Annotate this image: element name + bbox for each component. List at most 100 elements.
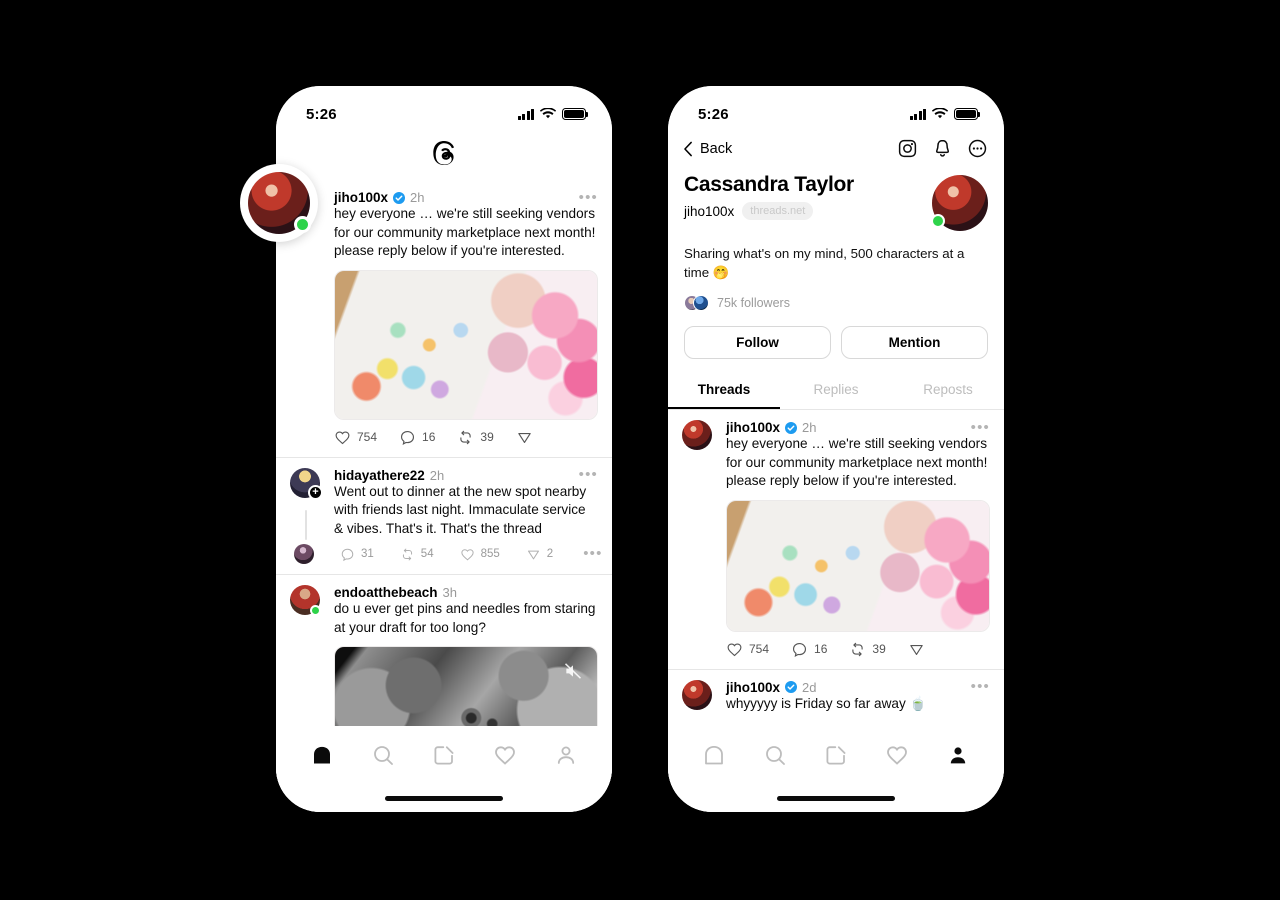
instagram-icon[interactable] <box>897 138 918 159</box>
tab-bar-left[interactable] <box>276 726 612 784</box>
post-time: 3h <box>442 585 457 600</box>
chevron-left-icon <box>684 141 692 156</box>
like-action[interactable]: 754 <box>726 641 769 658</box>
speaker-muted-icon[interactable] <box>563 661 583 681</box>
compose-icon[interactable] <box>432 743 456 767</box>
follow-button[interactable]: Follow <box>684 326 831 359</box>
feed-post[interactable]: jiho100x 2d ••• whyyyyy is Friday so far… <box>668 670 1004 714</box>
comment-action[interactable]: 31 <box>340 547 374 562</box>
post-username[interactable]: endoatthebeach <box>334 585 438 600</box>
phone-left: 5:26 jiho100x 2h ••• hey everyone … we'r… <box>240 86 612 812</box>
repost-icon <box>852 642 864 656</box>
more-dots-icon[interactable]: ••• <box>579 467 598 482</box>
followers-row[interactable]: 75k followers <box>684 295 988 311</box>
post-username[interactable]: jiho100x <box>334 190 388 205</box>
share-action[interactable] <box>908 641 931 658</box>
battery-full-icon <box>562 108 589 120</box>
cassandra-avatar-overlay[interactable] <box>240 164 318 242</box>
post-media-image[interactable] <box>726 499 990 632</box>
followers-count: 75k followers <box>717 296 790 310</box>
status-bar-left: 5:26 <box>276 86 612 132</box>
follow-plus-icon[interactable] <box>308 484 323 500</box>
bell-icon[interactable] <box>932 138 953 159</box>
status-icons <box>909 108 981 120</box>
right-feed[interactable]: jiho100x 2h ••• hey everyone … we're sti… <box>668 410 1004 726</box>
post-username[interactable]: jiho100x <box>726 420 780 435</box>
post-username[interactable]: jiho100x <box>726 680 780 695</box>
wifi-icon <box>540 108 556 119</box>
status-time: 5:26 <box>698 105 729 123</box>
avatar[interactable] <box>248 172 311 234</box>
share-action[interactable]: 2 <box>526 547 553 562</box>
comment-icon <box>793 642 807 657</box>
comment-icon <box>401 430 415 445</box>
home-indicator <box>276 784 612 812</box>
mention-button[interactable]: Mention <box>841 326 988 359</box>
avatar[interactable] <box>290 585 321 616</box>
person-icon[interactable] <box>946 743 970 767</box>
comment-action[interactable]: 16 <box>399 429 435 446</box>
left-feed[interactable]: jiho100x 2h ••• hey everyone … we're sti… <box>276 180 612 726</box>
threads-logo-icon <box>276 132 612 180</box>
profile-header: Cassandra Taylor jiho100x threads.net Sh… <box>668 169 1004 311</box>
more-dots-icon[interactable]: ••• <box>583 546 602 561</box>
profile-avatar[interactable] <box>931 175 988 231</box>
like-count: 855 <box>480 548 500 560</box>
tab-threads[interactable]: Threads <box>668 373 780 409</box>
phone-left-screen: 5:26 jiho100x 2h ••• hey everyone … we'r… <box>276 86 612 812</box>
reply-avatar[interactable] <box>294 544 314 564</box>
post-text: do u ever get pins and needles from star… <box>334 601 596 635</box>
domain-pill: threads.net <box>742 202 814 220</box>
post-time: 2d <box>802 679 817 695</box>
person-icon[interactable] <box>554 743 578 767</box>
more-circle-icon[interactable] <box>967 138 988 159</box>
search-icon[interactable] <box>763 743 787 767</box>
home-icon[interactable] <box>310 743 334 767</box>
tab-replies[interactable]: Replies <box>780 373 892 409</box>
avatar[interactable] <box>682 679 712 710</box>
post-text: Went out to dinner at the new spot nearb… <box>334 483 587 536</box>
like-action[interactable]: 855 <box>460 547 500 562</box>
phone-right-screen: 5:26 Back Cassandra Taylor jiho100x thre… <box>668 86 1004 812</box>
heart-icon <box>460 548 474 560</box>
like-action[interactable]: 754 <box>334 429 377 446</box>
profile-action-buttons: Follow Mention <box>668 311 1004 359</box>
home-icon[interactable] <box>702 743 726 767</box>
post-username[interactable]: hidayathere22 <box>334 468 425 483</box>
more-dots-icon[interactable]: ••• <box>579 190 598 205</box>
home-indicator <box>668 784 1004 812</box>
search-icon[interactable] <box>371 743 395 767</box>
back-label: Back <box>700 140 733 157</box>
repost-action[interactable]: 39 <box>457 429 494 446</box>
more-dots-icon[interactable]: ••• <box>971 420 990 435</box>
avatar[interactable] <box>290 467 323 500</box>
page-title: Cassandra Taylor <box>684 173 854 196</box>
tab-reposts[interactable]: Reposts <box>892 373 1004 409</box>
heart-icon[interactable] <box>885 743 909 767</box>
share-action[interactable] <box>516 429 539 446</box>
verified-badge-icon <box>393 191 406 204</box>
profile-bio: Sharing what's on my mind, 500 character… <box>684 246 965 280</box>
heart-icon[interactable] <box>493 743 517 767</box>
feed-post[interactable]: endoatthebeach 3h do u ever get pins and… <box>276 575 612 726</box>
feed-post[interactable]: jiho100x 2h ••• hey everyone … we're sti… <box>668 410 1004 669</box>
post-header: hidayathere22 2h ••• <box>334 467 598 483</box>
feed-post[interactable]: jiho100x 2h ••• hey everyone … we're sti… <box>276 180 612 457</box>
comment-action[interactable]: 16 <box>791 641 827 658</box>
repost-count: 39 <box>480 430 494 444</box>
tab-bar-right[interactable] <box>668 726 1004 784</box>
more-dots-icon[interactable]: ••• <box>971 679 990 694</box>
post-media-image[interactable] <box>334 269 598 420</box>
follower-avatars <box>684 295 709 311</box>
repost-action[interactable]: 54 <box>400 547 434 562</box>
moon-video <box>335 647 597 726</box>
repost-action[interactable]: 39 <box>849 641 886 658</box>
comment-count: 16 <box>814 642 828 656</box>
avatar[interactable] <box>682 420 712 450</box>
post-media-video[interactable] <box>334 646 598 726</box>
compose-icon[interactable] <box>824 743 848 767</box>
status-bar-right: 5:26 <box>668 86 1004 132</box>
feed-post[interactable]: hidayathere22 2h ••• Went out to dinner … <box>276 458 612 575</box>
battery-full-icon <box>954 108 981 120</box>
back-button[interactable]: Back <box>682 141 732 157</box>
